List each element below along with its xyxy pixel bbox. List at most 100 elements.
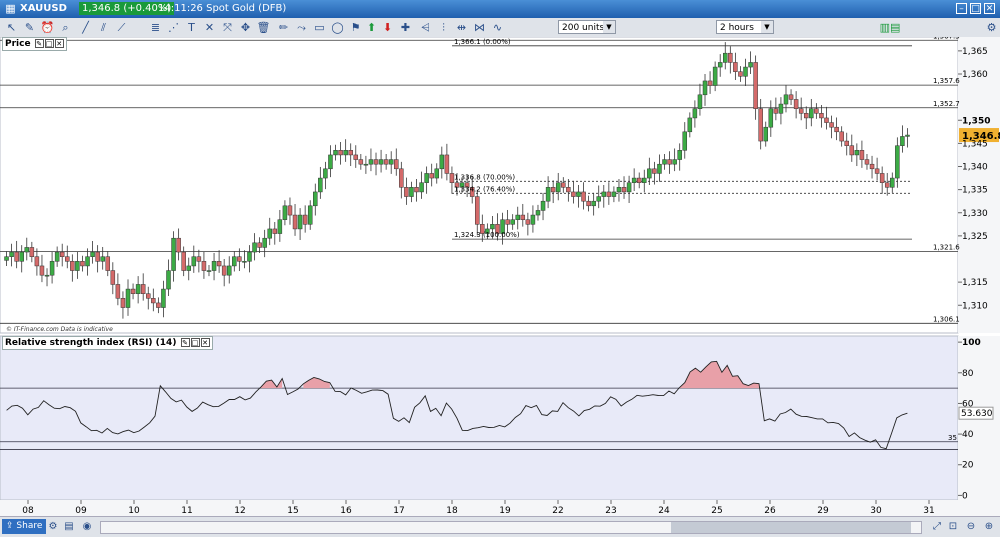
window-icon[interactable]: □: [44, 39, 54, 48]
close-panel-icon[interactable]: ✕: [54, 39, 64, 48]
candle-down: [849, 145, 855, 156]
time-tick-label: 11: [181, 506, 192, 516]
pointer-icon[interactable]: ↖: [4, 20, 19, 35]
buy-arrow-icon[interactable]: ⬆: [364, 20, 379, 35]
candle-up: [75, 261, 80, 271]
candle-down: [819, 113, 824, 119]
candle-down: [272, 228, 278, 234]
candle-down: [156, 302, 161, 308]
pencil-icon[interactable]: ✏: [276, 20, 291, 35]
candle-down: [65, 256, 70, 262]
candle-up: [591, 200, 596, 207]
wave-icon[interactable]: ∿: [490, 20, 505, 35]
reset-zoom-icon[interactable]: ⤢: [930, 520, 944, 534]
time-tick-label: 31: [923, 506, 934, 516]
candle-down: [803, 113, 809, 119]
candle-down: [338, 150, 343, 156]
zoom-fit-icon[interactable]: ⊡: [946, 520, 960, 534]
candle-down: [348, 150, 353, 156]
sell-arrow-icon[interactable]: ⬇: [380, 20, 395, 35]
price-tick-label: 1,335: [962, 186, 988, 196]
delete-icon[interactable]: 🗑: [256, 20, 271, 35]
time-scrollbar[interactable]: [100, 521, 922, 534]
candle-down: [130, 288, 136, 294]
candle-down: [429, 173, 434, 179]
cross-icon[interactable]: ✕: [202, 20, 217, 35]
settings-icon[interactable]: ⚙: [984, 20, 999, 35]
scrollbar-thumb[interactable]: [671, 522, 911, 533]
wrench-icon[interactable]: ✎: [180, 338, 190, 347]
ray-icon[interactable]: ⟋: [114, 20, 129, 35]
candle-up: [297, 214, 303, 230]
close-icon[interactable]: ✕: [984, 3, 995, 14]
trendline-icon[interactable]: ╱: [78, 20, 93, 35]
candle-down: [216, 261, 222, 267]
fib-extension-icon[interactable]: ⩤: [418, 20, 433, 35]
candle-up: [712, 66, 718, 86]
price-tick-label: 1,325: [962, 232, 988, 242]
toolbar: ↖ ✎ ⏰ ⌕ ╱ ⫽ ⟋ ≣ ⋰ T ✕ ⤧ ✥ 🗑 ✏ ⤳ ▭ ◯ ⚑ ⬆ …: [0, 18, 1000, 38]
share-button[interactable]: ⇪ Share: [2, 519, 47, 534]
candle-up: [242, 261, 247, 263]
alarm-icon[interactable]: ⏰: [40, 20, 55, 35]
zoom-in-icon[interactable]: ⊕: [982, 520, 996, 534]
chart-type-icon[interactable]: ▥▤: [876, 20, 904, 35]
layout-icon[interactable]: ▤: [62, 520, 76, 534]
fibonacci-level-label: 1,334.2 (76.40%): [454, 185, 515, 193]
channel-icon[interactable]: ⫽: [96, 20, 111, 35]
candle-up: [252, 242, 257, 253]
candle-up: [854, 150, 860, 156]
candle-down: [879, 173, 885, 183]
marker-icon[interactable]: ✚: [398, 20, 413, 35]
candle-down: [561, 182, 566, 188]
time-tick-label: 30: [870, 506, 882, 516]
candle-up: [226, 265, 232, 276]
window-icon[interactable]: □: [190, 338, 200, 347]
wrench-icon[interactable]: ✎: [34, 39, 44, 48]
candle-up: [631, 177, 637, 183]
candle-down: [793, 99, 799, 109]
share-label: Share: [16, 521, 43, 531]
candle-up: [778, 103, 784, 114]
zoom-icon[interactable]: ⌕: [58, 20, 73, 35]
candle-up: [318, 177, 323, 193]
candle-down: [237, 256, 242, 262]
candle-up: [601, 191, 607, 197]
label-icon[interactable]: ⚑: [348, 20, 363, 35]
candle-up: [282, 205, 288, 220]
minimize-icon[interactable]: –: [956, 3, 967, 14]
candle-up: [19, 251, 24, 262]
timezone-icon[interactable]: ⫶: [436, 20, 451, 35]
candle-down: [181, 251, 186, 271]
candle-down: [652, 168, 657, 174]
rsi-level-label: 35: [948, 434, 957, 442]
rsi-tick-label: 60: [962, 399, 974, 409]
fan-icon[interactable]: ⋰: [166, 20, 181, 35]
zoom-out-icon[interactable]: ⊖: [964, 520, 978, 534]
rectangle-icon[interactable]: ▭: [312, 20, 327, 35]
candle-up: [44, 274, 50, 277]
units-select[interactable]: 200 units ▼: [558, 20, 616, 34]
camera-icon[interactable]: ◉: [80, 520, 94, 534]
ruler-icon[interactable]: ✎: [22, 20, 37, 35]
maximize-icon[interactable]: □: [970, 3, 981, 14]
close-panel-icon[interactable]: ✕: [200, 338, 210, 347]
candle-down: [829, 122, 834, 128]
candle-down: [864, 159, 870, 165]
candle-down: [758, 108, 763, 142]
candle-up: [748, 62, 753, 68]
highlighter-icon[interactable]: ⤳: [294, 20, 309, 35]
fibonacci-icon[interactable]: ≣: [148, 20, 163, 35]
chevron-down-icon: ▼: [603, 21, 615, 33]
candle-up: [717, 62, 723, 68]
candle-up: [125, 288, 131, 308]
magnet-icon[interactable]: ⋈: [472, 20, 487, 35]
chart-settings-icon[interactable]: ⚙: [46, 520, 60, 534]
text-tool-icon[interactable]: T: [184, 20, 199, 35]
link-icon[interactable]: ⇹: [454, 20, 469, 35]
ellipse-icon[interactable]: ◯: [330, 20, 345, 35]
interval-select[interactable]: 2 hours ▼: [716, 20, 774, 34]
gann-icon[interactable]: ⤧: [220, 20, 235, 35]
arrows-icon[interactable]: ✥: [238, 20, 253, 35]
rsi-tick-label: 100: [962, 338, 981, 348]
